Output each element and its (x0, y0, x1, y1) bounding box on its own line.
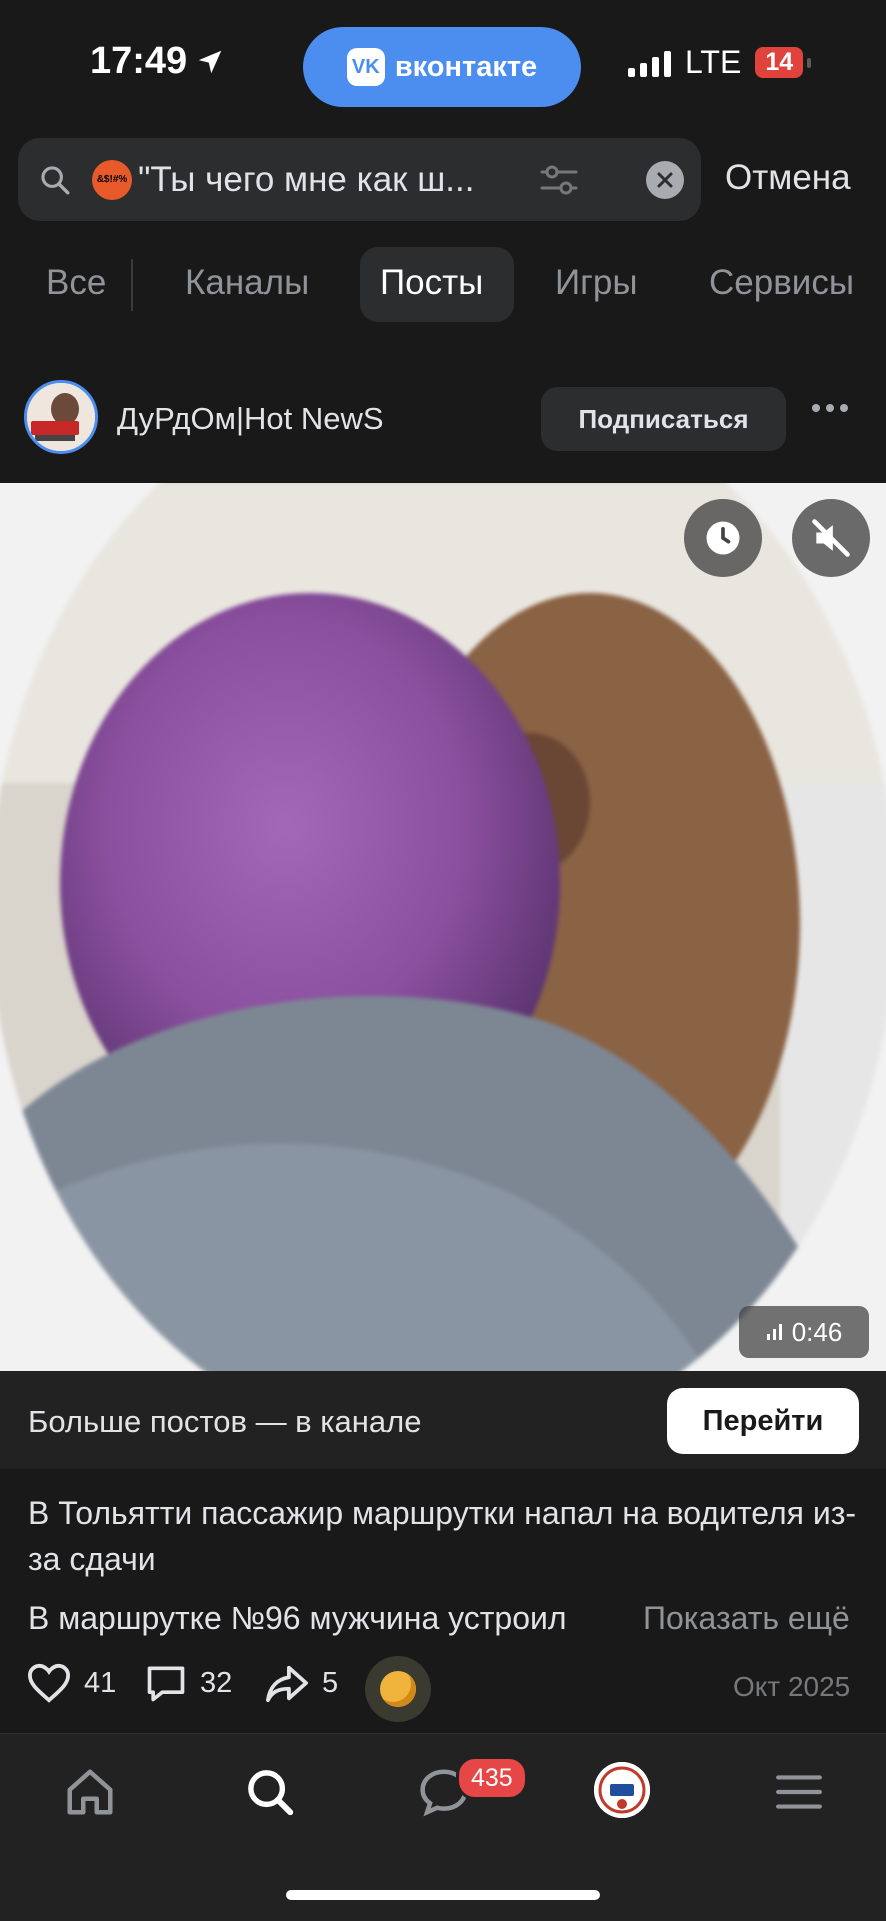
comment-icon (147, 1666, 185, 1702)
like-count: 41 (84, 1666, 117, 1699)
tab-all[interactable]: Все (46, 263, 106, 303)
like-button[interactable]: 41 (26, 1662, 116, 1704)
status-time: 17:49 (90, 40, 225, 83)
search-nav-icon[interactable] (240, 1762, 300, 1822)
tab-services[interactable]: Сервисы (709, 263, 854, 303)
tab-channels[interactable]: Каналы (185, 263, 309, 303)
tab-games[interactable]: Игры (555, 263, 638, 303)
signal-icon (628, 49, 671, 77)
messages-badge: 435 (456, 1756, 528, 1800)
profile-avatar[interactable] (594, 1762, 650, 1818)
cancel-button[interactable]: Отмена (725, 158, 851, 198)
watch-later-icon[interactable] (684, 499, 762, 577)
share-button[interactable]: 5 (264, 1662, 338, 1704)
search-input[interactable]: &$!#% "Ты чего мне как ш... (18, 138, 701, 221)
post-date: Окт 2025 (733, 1671, 851, 1702)
video-duration: 0:46 (739, 1306, 869, 1358)
comment-button[interactable]: 32 (144, 1662, 232, 1704)
network-label: LTE (685, 44, 742, 80)
post-body-preview: В маршрутке №96 мужчина устроил (28, 1600, 567, 1636)
channel-avatar[interactable] (24, 380, 98, 454)
location-arrow-icon (198, 50, 222, 73)
post-title: В Тольятти пассажир маршрутки напал на в… (28, 1495, 857, 1577)
quality-bars-icon (766, 1324, 782, 1340)
angry-emoji-icon: &$!#% (92, 159, 132, 200)
tab-posts[interactable]: Посты (380, 263, 483, 303)
home-icon[interactable] (60, 1762, 120, 1822)
search-icon (41, 165, 70, 194)
menu-icon[interactable] (769, 1762, 829, 1822)
search-query[interactable]: "Ты чего мне как ш... (138, 160, 474, 200)
video-frame (0, 483, 886, 1371)
status-indicators: LTE 14 (628, 44, 811, 81)
mute-icon[interactable] (792, 499, 870, 577)
video-player[interactable] (0, 483, 886, 1371)
vk-logo-icon: VK (346, 48, 385, 86)
show-more-link[interactable]: Показать ещё (635, 1600, 850, 1637)
subscribe-button[interactable]: Подписаться (541, 387, 786, 451)
more-posts-text: Больше постов — в канале (28, 1404, 422, 1439)
donate-coin-icon[interactable] (365, 1656, 431, 1722)
app-pill[interactable]: VK вконтакте (303, 27, 581, 107)
battery-icon: 14 (755, 47, 811, 78)
channel-name[interactable]: ДуРдОм|Hot NewS (117, 401, 384, 437)
clear-search-icon[interactable] (646, 161, 684, 199)
comment-count: 32 (200, 1666, 233, 1699)
heart-icon (27, 1663, 71, 1703)
share-count: 5 (322, 1666, 339, 1699)
more-options-icon[interactable] (812, 404, 848, 412)
share-arrow-icon (265, 1665, 308, 1703)
go-to-channel-button[interactable]: Перейти (667, 1388, 859, 1454)
filter-icon[interactable] (538, 160, 580, 200)
tab-divider (131, 259, 133, 311)
home-indicator[interactable] (286, 1890, 600, 1900)
